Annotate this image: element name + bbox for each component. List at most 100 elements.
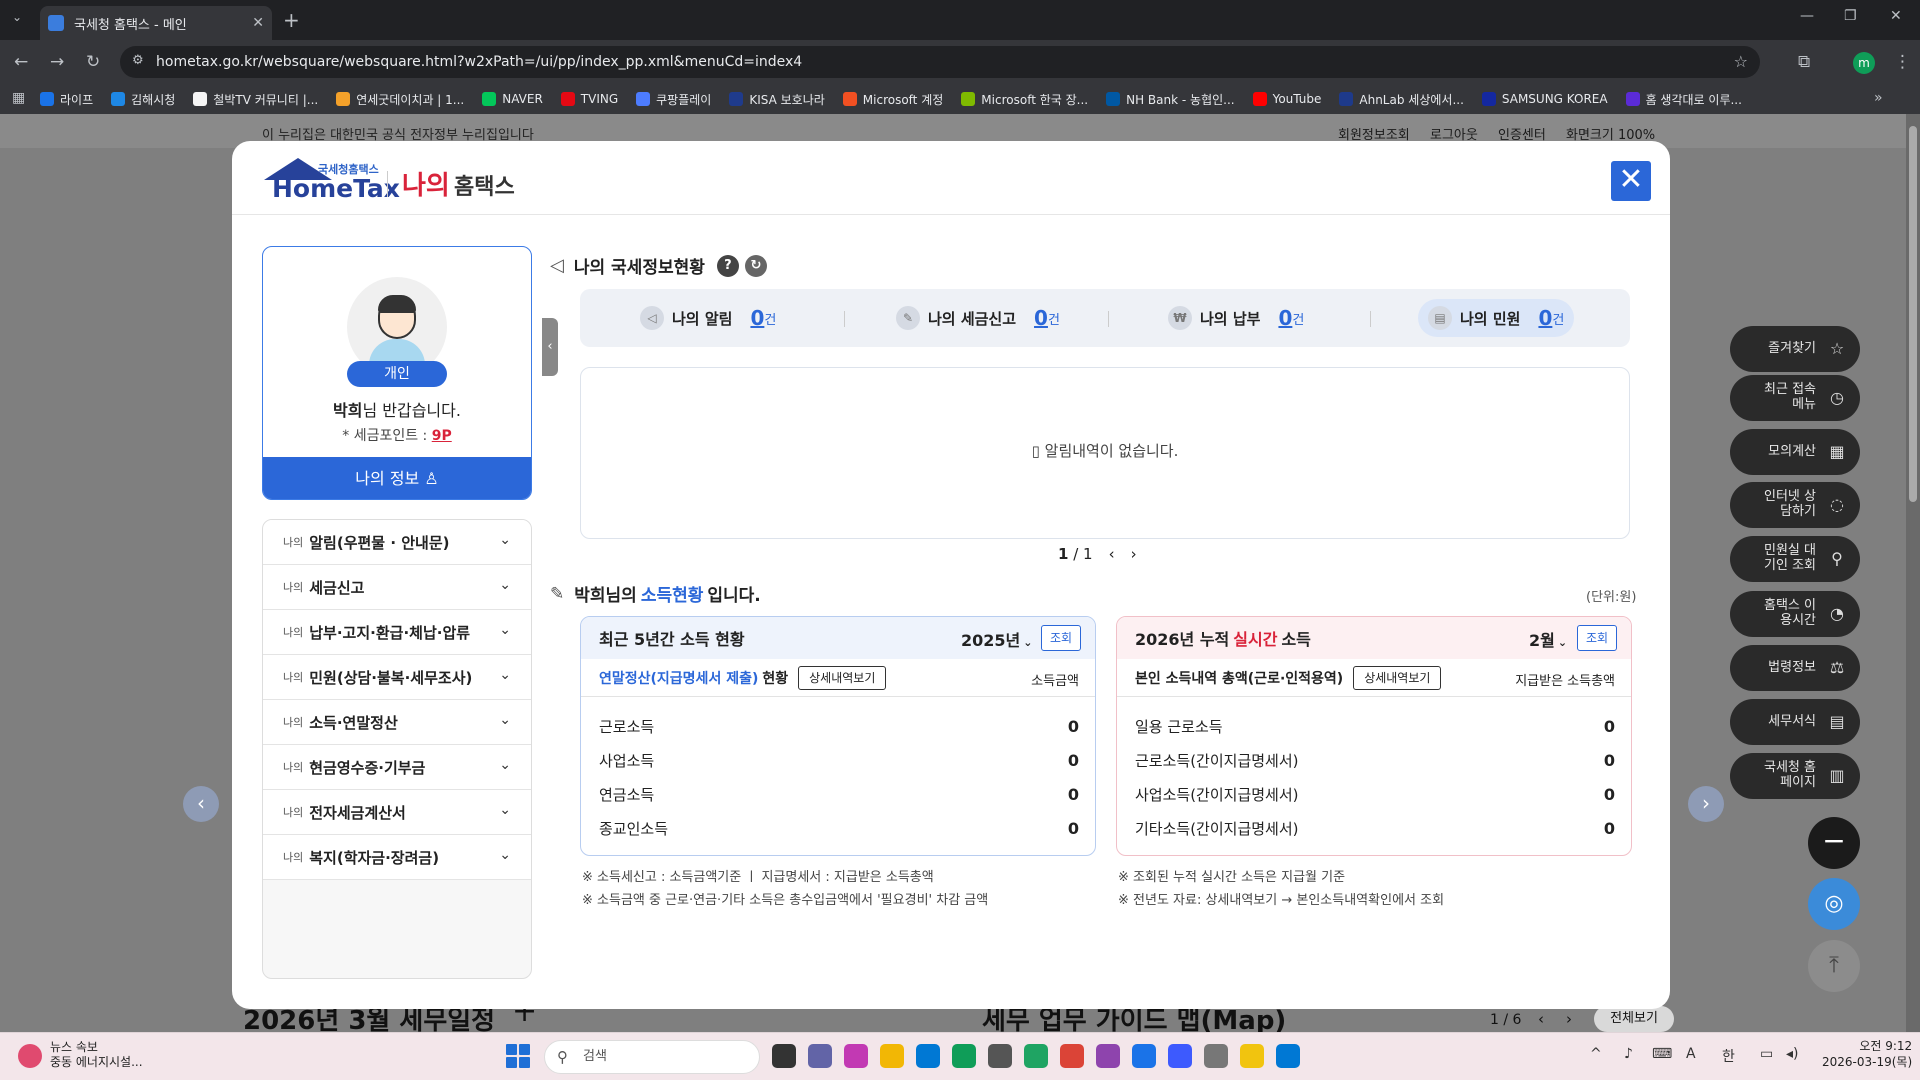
bookmark-item[interactable]: NAVER — [482, 92, 543, 106]
quick-menu-item[interactable]: 인터넷 상담하기 ◌ — [1730, 482, 1860, 528]
year-select[interactable]: 2025년 ⌄ — [961, 627, 1032, 651]
sidebar-collapse-button[interactable]: ‹ — [542, 318, 558, 376]
banner-next-icon[interactable]: › — [1688, 786, 1724, 822]
minimize-window-icon[interactable]: — — [1800, 8, 1814, 24]
ime-mode[interactable]: A — [1686, 1046, 1696, 1062]
stat-payment[interactable]: ₩ 나의 납부 0 건 — [1158, 299, 1314, 337]
bookmark-item[interactable]: Microsoft 계정 — [842, 91, 943, 108]
app-icon[interactable] — [1024, 1044, 1048, 1068]
taskbar-search[interactable]: ⚲ 검색 — [544, 1040, 760, 1074]
bookmark-item[interactable]: 김해시청 — [111, 91, 175, 108]
quick-menu-item[interactable]: 세무서식 ▤ — [1730, 699, 1860, 745]
store-icon[interactable] — [916, 1044, 940, 1068]
quick-menu-item[interactable]: 최근 접속메뉴 ◷ — [1730, 375, 1860, 421]
my-menu-item[interactable]: 나의 전자세금계산서 ⌄ — [263, 790, 531, 835]
bookmark-item[interactable]: AhnLab 세상에서... — [1339, 91, 1464, 108]
reload-icon[interactable]: ↻ — [86, 52, 100, 72]
calendar-icon[interactable] — [1276, 1044, 1300, 1068]
detail-button[interactable]: 상세내역보기 — [1353, 665, 1442, 690]
news-widget-icon[interactable] — [18, 1044, 42, 1068]
my-menu-item[interactable]: 나의 민원(상담·불복·세무조사) ⌄ — [263, 655, 531, 700]
new-tab-icon[interactable]: + — [283, 8, 300, 32]
volume-icon[interactable]: ◂) — [1786, 1046, 1799, 1062]
microphone-icon[interactable]: ♪ — [1624, 1046, 1633, 1062]
guide-prev-icon[interactable]: ‹ — [1538, 1010, 1544, 1028]
points-value[interactable]: 9P — [432, 428, 452, 444]
browser-tab[interactable]: 국세청 홈택스 - 메인 ✕ — [40, 6, 272, 40]
language-indicator[interactable]: 한 — [1722, 1046, 1735, 1066]
vpn-icon[interactable] — [1168, 1044, 1192, 1068]
quick-menu-item[interactable]: 법령정보 ⚖ — [1730, 645, 1860, 691]
chrome-icon[interactable] — [1060, 1044, 1084, 1068]
stat-count[interactable]: 0 — [1034, 306, 1048, 330]
banner-prev-icon[interactable]: ‹ — [183, 786, 219, 822]
search-app-icon[interactable] — [1132, 1044, 1156, 1068]
stat-count[interactable]: 0 — [750, 306, 764, 330]
bookmark-item[interactable]: KISA 보호나라 — [729, 91, 825, 108]
guide-next-icon[interactable]: › — [1566, 1010, 1572, 1028]
news-widget[interactable]: 뉴스 속보 중동 에너지시설... — [50, 1040, 143, 1070]
back-icon[interactable]: ← — [14, 52, 28, 72]
tab-close-icon[interactable]: ✕ — [252, 15, 264, 31]
month-select[interactable]: 2월 ⌄ — [1529, 627, 1567, 651]
bookmark-item[interactable]: 쿠팡플레이 — [636, 91, 711, 108]
quick-menu-item[interactable]: 민원실 대기인 조회 ⚲ — [1730, 536, 1860, 582]
notes-icon[interactable] — [1240, 1044, 1264, 1068]
file-explorer-icon[interactable] — [772, 1044, 796, 1068]
extensions-icon[interactable]: ⧉ — [1798, 52, 1810, 72]
refresh-icon[interactable]: ↻ — [744, 254, 767, 277]
keyboard-icon[interactable]: ⌨ — [1652, 1046, 1672, 1062]
prev-page-icon[interactable]: ‹ — [1109, 545, 1115, 563]
folder-icon[interactable] — [880, 1044, 904, 1068]
my-menu-item[interactable]: 나의 알림(우편물 · 안내문) ⌄ — [263, 520, 531, 565]
quick-menu-item[interactable]: 국세청 홈페이지 ▥ — [1730, 753, 1860, 799]
start-icon[interactable] — [506, 1044, 530, 1068]
bookmark-item[interactable]: 홈 생각대로 이루... — [1625, 91, 1742, 108]
more-bookmarks-icon[interactable]: » — [1874, 90, 1883, 106]
bookmark-item[interactable]: 철박TV 커뮤니티 |... — [193, 91, 318, 108]
teams-icon[interactable] — [808, 1044, 832, 1068]
my-info-button[interactable]: 나의 정보 ♙ — [263, 457, 531, 499]
bookmark-item[interactable]: Microsoft 한국 장... — [961, 91, 1088, 108]
stat-tax-filing[interactable]: ✎ 나의 세금신고 0 건 — [886, 299, 1070, 337]
snipping-icon[interactable] — [1096, 1044, 1120, 1068]
close-window-icon[interactable]: ✕ — [1890, 8, 1902, 24]
quick-menu-item[interactable]: 즐겨찾기 ☆ — [1730, 326, 1860, 372]
quick-menu-collapse-button[interactable]: − — [1808, 817, 1860, 869]
bookmark-item[interactable]: 라이프 — [40, 91, 93, 108]
bookmark-item[interactable]: SAMSUNG KOREA — [1481, 92, 1608, 106]
query-button[interactable]: 조회 — [1577, 625, 1617, 651]
system-clock[interactable]: 오전 9:12 2026-03-19(목) — [1822, 1038, 1912, 1070]
settings-icon[interactable] — [988, 1044, 1012, 1068]
profile-avatar[interactable]: m — [1853, 52, 1875, 74]
quick-menu-item[interactable]: 모의계산 ▦ — [1730, 429, 1860, 475]
tray-overflow-icon[interactable]: ^ — [1590, 1046, 1602, 1062]
restore-window-icon[interactable]: ❐ — [1844, 8, 1857, 24]
stat-notice[interactable]: ◁ 나의 알림 0 건 — [630, 299, 786, 337]
chatbot-button[interactable]: ◎ — [1808, 878, 1860, 930]
stat-civil-petition[interactable]: ▤ 나의 민원 0 건 — [1418, 299, 1575, 337]
view-all-button[interactable]: 전체보기 — [1594, 1006, 1674, 1032]
network-icon[interactable]: ▭ — [1760, 1046, 1773, 1062]
quick-menu-item[interactable]: 홈택스 이용시간 ◔ — [1730, 591, 1860, 637]
forward-icon[interactable]: → — [50, 52, 64, 72]
my-menu-item[interactable]: 나의 소득·연말정산 ⌄ — [263, 700, 531, 745]
my-menu-item[interactable]: 나의 현금영수증·기부금 ⌄ — [263, 745, 531, 790]
stat-count[interactable]: 0 — [1278, 306, 1292, 330]
scroll-top-button[interactable]: ⤒ — [1808, 940, 1860, 992]
browser-menu-icon[interactable]: ⋮ — [1894, 52, 1911, 72]
apps-grid-icon[interactable]: ▦ — [12, 90, 25, 106]
my-menu-item[interactable]: 나의 복지(학자금·장려금) ⌄ — [263, 835, 531, 880]
my-menu-item[interactable]: 나의 세금신고 ⌄ — [263, 565, 531, 610]
bookmark-item[interactable]: TVING — [560, 92, 618, 106]
help-icon[interactable]: ? — [716, 254, 739, 277]
my-menu-item[interactable]: 나의 납부·고지·환급·체납·압류 ⌄ — [263, 610, 531, 655]
scrollbar-thumb[interactable] — [1909, 126, 1917, 502]
query-button[interactable]: 조회 — [1041, 625, 1081, 651]
detail-button[interactable]: 상세내역보기 — [798, 665, 887, 690]
bookmark-item[interactable]: NH Bank - 농협인... — [1106, 91, 1235, 108]
clock-app-icon[interactable] — [1204, 1044, 1228, 1068]
site-info-icon[interactable]: ⚙ — [132, 53, 144, 68]
modal-close-button[interactable]: ✕ — [1611, 161, 1651, 201]
address-bar[interactable]: ⚙ hometax.go.kr/websquare/websquare.html… — [120, 46, 1760, 78]
